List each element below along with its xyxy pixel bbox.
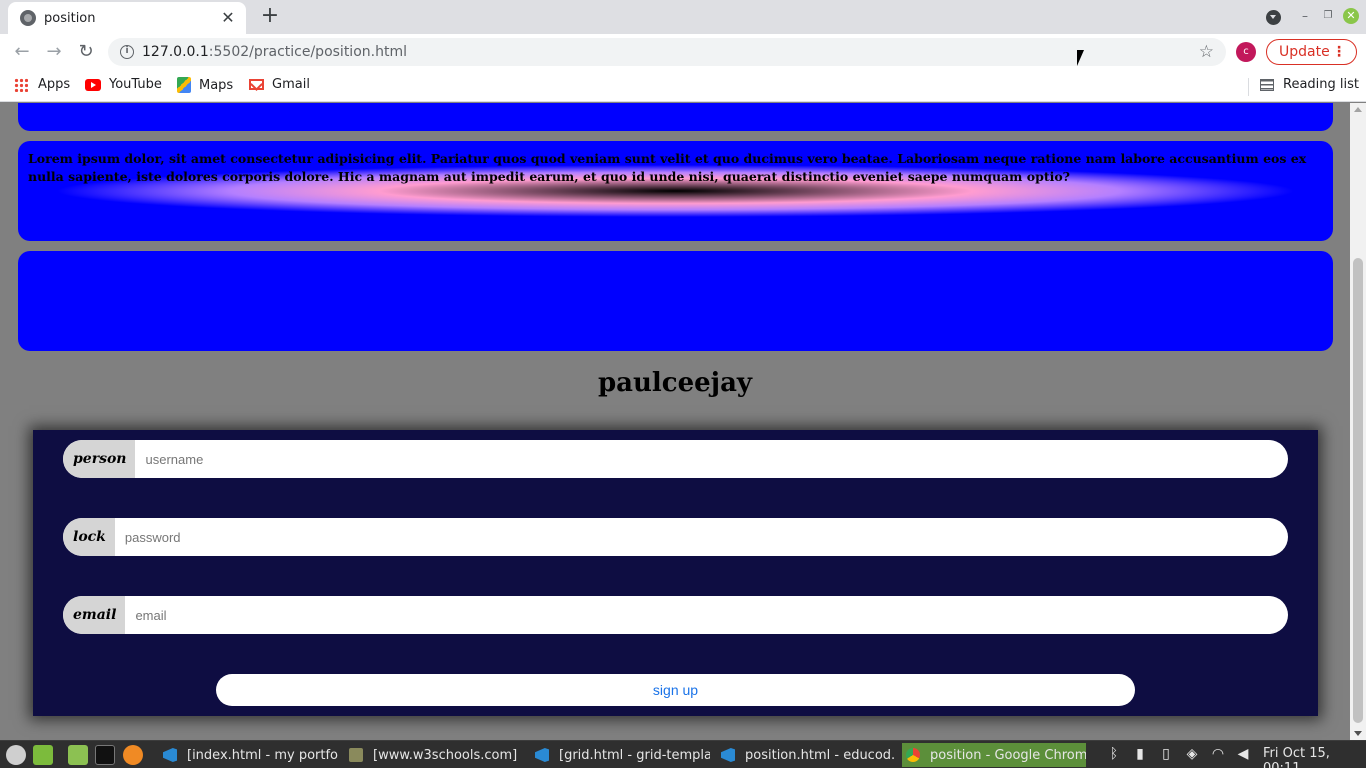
show-desktop-icon[interactable] <box>33 745 53 765</box>
email-icon: email <box>63 596 126 634</box>
shield-icon[interactable]: ◈ <box>1184 746 1200 762</box>
signup-form: person lock email sign up <box>33 430 1318 716</box>
close-icon[interactable]: ✕ <box>220 10 236 26</box>
clock[interactable]: Fri Oct 15, 00:11 <box>1263 746 1366 768</box>
password-field: lock <box>63 518 1288 556</box>
password-input[interactable] <box>114 518 1288 556</box>
update-label: Update <box>1279 44 1330 60</box>
start-menu-icon[interactable] <box>6 745 26 765</box>
info-icon[interactable]: i <box>120 45 134 59</box>
battery-icon[interactable]: ▮ <box>1132 746 1148 762</box>
window-close-icon[interactable]: ✕ <box>1343 8 1359 24</box>
gmail-icon <box>249 79 264 90</box>
reload-icon[interactable]: ↻ <box>74 40 98 64</box>
vscode-icon <box>721 748 735 762</box>
bookmark-label: Maps <box>199 77 234 93</box>
scroll-down-arrow-icon[interactable] <box>1354 731 1362 736</box>
taskbar-item-vscode-grid[interactable]: [grid.html - grid-templa... <box>535 743 710 767</box>
file-manager-icon[interactable] <box>68 745 88 765</box>
bluetooth-icon[interactable]: ᛒ <box>1106 746 1122 762</box>
menu-dots-icon: ⋮ <box>1332 44 1346 60</box>
bookmark-gmail[interactable]: Gmail <box>249 77 310 92</box>
wifi-icon[interactable]: ◠ <box>1210 746 1226 762</box>
clipboard-icon[interactable]: ▯ <box>1158 746 1174 762</box>
tab-search-icon[interactable] <box>1266 10 1281 25</box>
lorem-paragraph: Lorem ipsum dolor, sit amet consectetur … <box>28 151 1307 184</box>
reading-list-label: Reading list <box>1283 77 1359 92</box>
chrome-icon <box>906 748 920 762</box>
url-host: 127.0.0.1 <box>142 44 209 60</box>
update-button[interactable]: Update ⋮ <box>1266 39 1357 65</box>
minimize-icon[interactable]: – <box>1297 8 1313 24</box>
globe-icon <box>20 10 36 26</box>
taskbar-item-label: position - Google Chrome <box>930 747 1086 763</box>
address-bar[interactable]: i 127.0.0.1:5502/practice/position.html … <box>108 38 1226 66</box>
forward-arrow-icon[interactable]: → <box>42 40 66 64</box>
page-scrollbar[interactable] <box>1350 103 1366 740</box>
blue-box-bottom <box>18 251 1333 351</box>
signup-button[interactable]: sign up <box>216 674 1135 706</box>
taskbar-item-label: [www.w3schools.com] <box>373 747 518 763</box>
blue-box-top <box>18 103 1333 131</box>
bookmark-label: Apps <box>38 77 71 92</box>
apps-grid-icon <box>14 77 28 92</box>
tab-title: position <box>44 10 96 26</box>
email-input[interactable] <box>125 596 1288 634</box>
taskbar-item-label: position.html - educod... <box>745 747 896 763</box>
bookmark-apps[interactable]: Apps <box>14 77 70 92</box>
browser-tab-active[interactable]: position ✕ <box>8 2 246 34</box>
back-arrow-icon[interactable]: ← <box>10 40 34 64</box>
bookmark-label: YouTube <box>109 77 162 92</box>
taskbar-item-w3schools[interactable]: [www.w3schools.com] <box>349 743 524 767</box>
gradient-box: Lorem ipsum dolor, sit amet consectetur … <box>18 141 1333 241</box>
lock-icon: lock <box>63 518 115 556</box>
firefox-icon[interactable] <box>123 745 143 765</box>
mouse-cursor-icon <box>1077 50 1091 66</box>
taskbar-item-label: [grid.html - grid-templa... <box>559 747 710 763</box>
youtube-icon <box>85 78 101 91</box>
username-field: person <box>63 440 1288 478</box>
vscode-icon <box>535 748 549 762</box>
page-viewport: Lorem ipsum dolor, sit amet consectetur … <box>0 103 1350 740</box>
terminal-icon[interactable] <box>95 745 115 765</box>
tab-strip: position ✕ + – ❐ ✕ <box>0 0 1366 34</box>
reading-list-button[interactable]: Reading list <box>1260 77 1359 92</box>
bookmark-star-icon[interactable]: ☆ <box>1199 41 1214 63</box>
url-path: :5502/practice/position.html <box>208 44 407 60</box>
taskbar-item-vscode-index[interactable]: [index.html - my portfo... <box>163 743 338 767</box>
folder-icon <box>349 748 363 762</box>
new-tab-button[interactable]: + <box>258 5 282 29</box>
person-icon: person <box>63 440 136 478</box>
page-title: paulceejay <box>597 368 753 398</box>
reading-list-icon <box>1260 78 1274 91</box>
vscode-icon <box>163 748 177 762</box>
bookmark-youtube[interactable]: YouTube <box>85 77 162 92</box>
os-taskbar: [index.html - my portfo... [www.w3school… <box>0 740 1366 768</box>
taskbar-item-label: [index.html - my portfo... <box>187 747 338 763</box>
profile-avatar[interactable]: c <box>1236 42 1256 62</box>
taskbar-item-vscode-position[interactable]: position.html - educod... <box>721 743 896 767</box>
browser-toolbar: ← → ↻ i 127.0.0.1:5502/practice/position… <box>0 34 1366 70</box>
maps-icon <box>177 77 191 93</box>
scroll-up-arrow-icon[interactable] <box>1354 107 1362 112</box>
bookmark-maps[interactable]: Maps <box>177 77 233 93</box>
bookmarks-divider <box>1248 78 1249 96</box>
bookmark-label: Gmail <box>272 77 310 92</box>
maximize-icon[interactable]: ❐ <box>1320 8 1336 24</box>
taskbar-item-chrome[interactable]: position - Google Chrome <box>902 743 1086 767</box>
scrollbar-thumb[interactable] <box>1353 258 1363 723</box>
bookmarks-bar: Apps YouTube Maps Gmail Reading list <box>0 70 1366 102</box>
email-field: email <box>63 596 1288 634</box>
username-input[interactable] <box>135 440 1288 478</box>
volume-icon[interactable]: ◀ <box>1235 746 1251 762</box>
